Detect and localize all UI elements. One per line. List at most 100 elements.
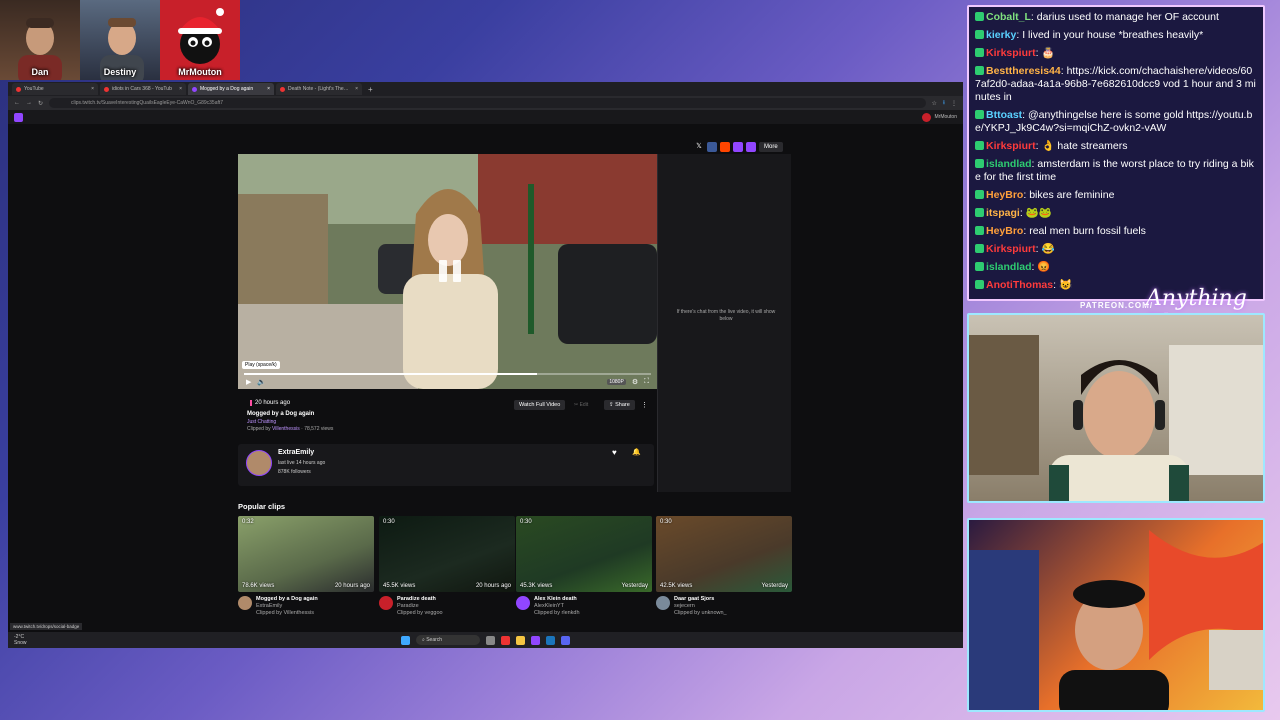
share-button[interactable]: ⇪ Share [604,400,635,410]
popular-clip-card[interactable]: 0:30 45.5K views 20 hours ago Paradize d… [379,516,515,617]
back-icon[interactable]: ← [14,100,20,106]
tab-idiots-in-cars[interactable]: idiots in Cars 368 - YouTub × [100,83,186,95]
quality-badge[interactable]: 1080P [607,379,626,385]
youtube-icon [16,86,21,92]
chat-username[interactable]: Bttoast [986,109,1022,121]
chat-message: HeyBro: bikes are feminine [975,189,1257,202]
play-icon[interactable]: ▶ [246,378,251,386]
channel-avatar[interactable] [246,450,272,476]
taskbar-search[interactable]: ⌕ Search [416,635,480,645]
reddit-icon[interactable] [720,142,730,152]
clip-thumbnail[interactable]: 0:32 78.6K views 20 hours ago [238,516,374,592]
avatar[interactable] [656,596,670,610]
guest-cam [967,518,1265,712]
chat-username[interactable]: islandlad [986,158,1032,170]
clip-thumbnail[interactable]: 0:30 45.5K views 20 hours ago [379,516,515,592]
weather-widget[interactable]: -2°C Snow [14,634,27,646]
tab-label: Mogged by a Dog again [200,86,254,92]
clip-title[interactable]: Alex Klein death [534,596,580,603]
user-menu[interactable]: MrMouton [922,112,957,122]
tab-label: YouTube [24,86,44,92]
popular-clip-card[interactable]: 0:32 78.6K views 20 hours ago Mogged by … [238,516,374,617]
heart-icon[interactable]: ♥ [612,448,617,457]
clipped-by-user[interactable]: Villenthessis [272,426,300,432]
more-options-icon[interactable]: ⋮ [641,401,648,409]
more-button[interactable]: More [759,142,783,152]
avatar[interactable] [238,596,252,610]
chrome-icon[interactable] [501,635,510,645]
popular-clip-card[interactable]: 0:30 42.5K views Yesterday Daar gaat Sjo… [656,516,792,617]
twitch-icon[interactable] [733,142,743,152]
chat-username[interactable]: Kirkspiurt [986,243,1036,255]
streamer-illustration [969,335,1263,501]
clip-channel[interactable]: sejecern [674,603,727,610]
chat-text: 🎂 [1041,47,1055,59]
download-icon[interactable]: ⭳ [943,98,945,108]
twitch-app-icon[interactable] [531,635,540,645]
watch-full-video-button[interactable]: Watch Full Video [514,400,566,410]
avatar[interactable] [516,596,530,610]
chat-username[interactable]: islandlad [986,261,1032,273]
clip-channel[interactable]: AlexKleinYT [534,603,580,610]
folder-icon[interactable] [516,635,525,645]
close-icon[interactable]: × [267,86,270,92]
guest-illustration [969,530,1263,710]
chat-username[interactable]: HeyBro [986,189,1023,201]
x-icon[interactable]: 𝕏 [694,142,704,152]
bookmark-icon[interactable]: ☆ [932,100,937,107]
tab-death-note[interactable]: Death Note - (Light's Theme II) × [276,83,362,95]
pause-icon[interactable] [437,258,463,284]
clip-channel[interactable]: ExtraEmily [256,603,318,610]
clip-category[interactable]: Just Chatting [247,419,276,425]
task-view-icon[interactable] [486,635,495,645]
forward-icon[interactable]: → [26,100,32,106]
fullscreen-icon[interactable]: ⛶ [644,378,649,386]
volume-icon[interactable]: 🔈 [257,378,266,386]
clip-title[interactable]: Mogged by a Dog again [256,596,318,603]
popular-clip-card[interactable]: 0:30 45.3K views Yesterday Alex Klein de… [516,516,652,617]
channel-name[interactable]: ExtraEmily [278,449,314,456]
chat-message: itspagi: 🐸🐸 [975,207,1257,220]
bell-icon[interactable]: 🔔 [632,448,641,456]
chat-username[interactable]: Besttheresis44 [986,65,1061,77]
clip-views: 78.6K views [242,583,275,589]
video-player[interactable]: Play (space/k) ▶ 🔈 1080P ⚙ ⛶ [238,154,657,389]
sub-badge-icon [975,159,984,168]
chat-username[interactable]: Kirkspiurt [986,47,1036,59]
tab-label: idiots in Cars 368 - YouTub [112,86,172,92]
windows-start-icon[interactable] [401,635,410,645]
clip-channel[interactable]: Paradize [397,603,443,610]
embed-icon[interactable] [746,142,756,152]
clip-thumbnail[interactable]: 0:30 42.5K views Yesterday [656,516,792,592]
steam-icon[interactable] [546,635,555,645]
clip-credit: Clipped by Villenthessis · 78,572 views [247,426,334,432]
clip-title[interactable]: Daar gaat Sjors [674,596,727,603]
reload-icon[interactable]: ↻ [38,100,43,107]
chat-username[interactable]: itspagi [986,207,1020,219]
clip-views: 42.5K views [660,583,693,589]
menu-icon[interactable]: ⋮ [951,100,957,107]
new-tab-button[interactable]: + [368,85,373,94]
clip-title[interactable]: Paradize death [397,596,443,603]
avatar [922,112,932,122]
settings-icon[interactable]: ⚙ [632,378,638,386]
chat-username[interactable]: AnotiThomas [986,279,1053,291]
close-icon[interactable]: × [355,86,358,92]
tab-mogged-by-a-dog[interactable]: Mogged by a Dog again × [188,83,274,95]
tab-youtube[interactable]: YouTube × [12,83,98,95]
url-input[interactable]: clips.twitch.tv/SuaveInterestingQuailsEa… [49,98,926,108]
twitch-logo-icon[interactable] [14,112,23,122]
chat-username[interactable]: HeyBro [986,225,1023,237]
weather-condition: Snow [14,640,27,646]
edit-button[interactable]: ✂ Edit [574,402,588,408]
close-icon[interactable]: × [179,86,182,92]
close-icon[interactable]: × [91,86,94,92]
chat-username[interactable]: Cobalt_L [986,11,1031,23]
facebook-icon[interactable] [707,142,717,152]
avatar[interactable] [379,596,393,610]
discord-icon[interactable] [561,635,570,645]
chat-username[interactable]: Kirkspiurt [986,140,1036,152]
cam-dan: Dan [0,0,80,80]
clip-thumbnail[interactable]: 0:30 45.3K views Yesterday [516,516,652,592]
chat-username[interactable]: kierky [986,29,1016,41]
